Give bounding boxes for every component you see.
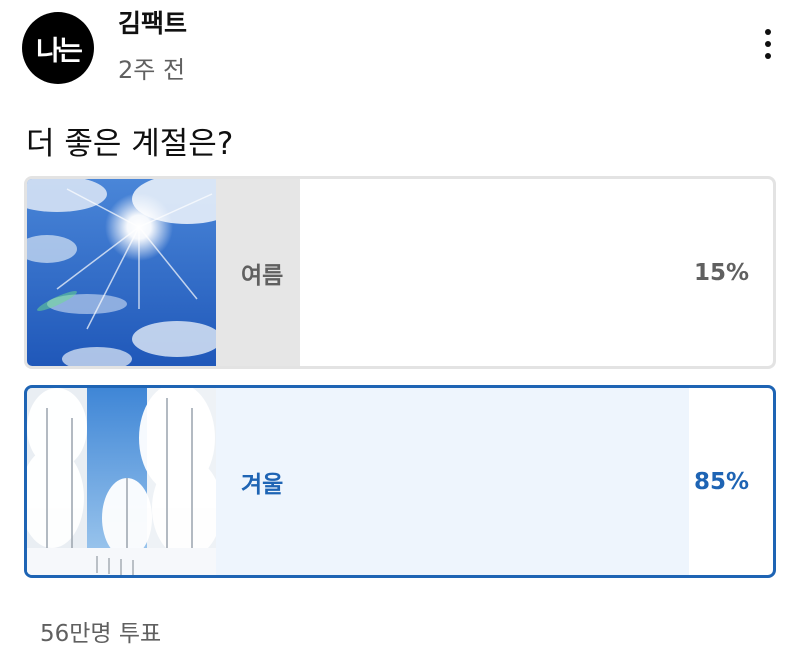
more-options-button[interactable] [748,22,788,66]
option-label-winter: 겨울 [241,471,284,498]
sunny-sky-image [27,179,216,366]
channel-avatar[interactable]: 나는 [22,12,94,84]
poll-option-winter[interactable]: 겨울 85% [24,385,776,578]
snowy-forest-image [27,388,216,575]
vote-count: 56만명 투표 [40,621,162,647]
poll-question: 더 좋은 계절은? [26,126,234,162]
option-percent-winter: 85% [693,468,749,495]
option-percent-summer: 15% [693,259,749,286]
channel-name[interactable]: 김팩트 [118,4,187,40]
result-bar-winter [216,388,689,575]
option-label-summer: 여름 [241,262,284,289]
avatar-logo-text: 나는 [36,35,83,67]
post-timestamp: 2주 전 [118,56,186,84]
poll-option-summer[interactable]: 여름 15% [24,176,776,369]
more-vert-icon [765,29,771,35]
